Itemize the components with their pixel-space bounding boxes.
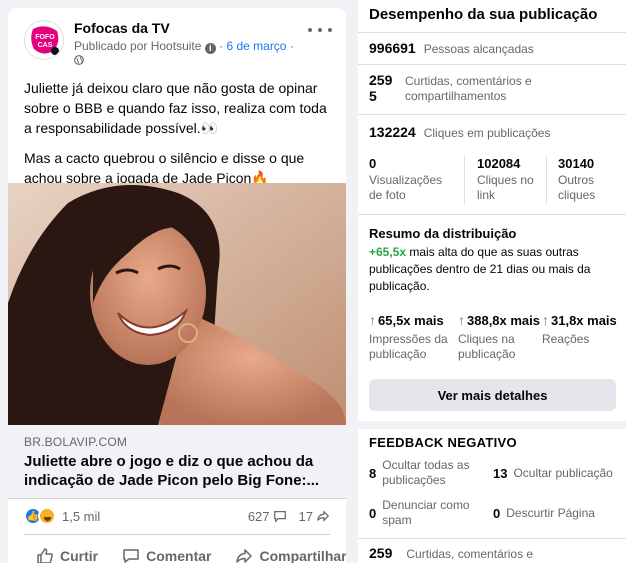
divider: [546, 156, 547, 204]
divider: [358, 32, 626, 33]
arrow-up-icon: ↑: [542, 312, 549, 328]
share-button[interactable]: Compartilhar: [223, 547, 346, 563]
photo-views-stat: 0 Visualizações de foto: [369, 156, 443, 202]
section-separator: [358, 421, 626, 429]
svg-text:CAS: CAS: [38, 42, 53, 49]
divider: [358, 114, 626, 115]
hide-post-stat: 13 Ocultar publicação: [493, 466, 613, 481]
reactions-count[interactable]: 1,5 mil: [62, 509, 100, 524]
comment-button[interactable]: Comentar: [110, 547, 223, 563]
insights-panel: Desempenho da sua publicação 996691 Pess…: [358, 0, 626, 563]
arrow-up-icon: ↑: [458, 312, 465, 328]
woman-smiling-photo: [8, 183, 346, 425]
insights-title: Desempenho da sua publicação: [369, 6, 598, 23]
link-domain: BR.BOLAVIP.COM: [24, 435, 128, 449]
dot-icon: [328, 28, 332, 32]
page-avatar[interactable]: FOFO CAS: [24, 20, 64, 60]
dot-icon: [318, 28, 322, 32]
more-options-button[interactable]: [308, 22, 332, 38]
published-by: Publicado por Hootsuite: [74, 39, 202, 53]
post-paragraph-1: Juliette já deixou claro que não gosta d…: [24, 80, 327, 136]
clicks-stat: 132224 Cliques em publicações: [369, 124, 551, 140]
link-title: Juliette abre o jogo e diz o que achou d…: [24, 453, 320, 489]
impressions-multiplier: ↑ 65,5x mais Impressões da publicação: [369, 312, 448, 361]
distribution-text: +65,5x mais alta do que as suas outras p…: [369, 245, 591, 293]
post-body: Juliette já deixou claro que não gosta d…: [8, 70, 346, 188]
post-card: FOFO CAS Fofocas da TV Publicado por Hoo…: [8, 8, 346, 563]
reaction-icons[interactable]: 👍: [24, 507, 56, 525]
negative-feedback-title: FEEDBACK NEGATIVO: [369, 435, 517, 450]
divider: [358, 64, 626, 65]
reactions-multiplier: ↑ 31,8x mais Reações: [542, 312, 617, 346]
arrow-up-icon: ↑: [369, 312, 376, 328]
page-logo-icon: FOFO CAS: [25, 21, 63, 59]
post-paragraph-2: Mas a cacto quebrou o silêncio e disse o…: [24, 150, 305, 186]
globe-icon: [74, 55, 84, 65]
comment-icon: [273, 511, 286, 523]
post-actions: Curtir Comentar Compartilhar: [24, 540, 346, 563]
hide-all-posts-stat: 8 Ocultar todas as publicações: [369, 458, 470, 487]
share-icon: [317, 510, 330, 522]
reach-stat: 996691 Pessoas alcançadas: [369, 40, 534, 56]
actions-divider: [24, 534, 330, 535]
divider: [358, 214, 626, 215]
post-header: FOFO CAS Fofocas da TV Publicado por Hoo…: [8, 8, 346, 70]
distribution-title: Resumo da distribuição: [369, 226, 517, 241]
reactions-bar: 👍 1,5 mil 627 17: [24, 505, 330, 527]
page-name[interactable]: Fofocas da TV: [74, 20, 170, 36]
like-button[interactable]: Curtir: [24, 547, 110, 563]
post-meta: Publicado por Hootsuite i · 6 de março ·: [74, 39, 294, 54]
shares-count[interactable]: 17: [299, 509, 330, 524]
comment-icon: [123, 549, 139, 563]
post-date[interactable]: 6 de março: [226, 39, 286, 53]
divider: [358, 538, 626, 539]
engagement-counts: 627 17: [248, 509, 330, 524]
svg-text:FOFO: FOFO: [35, 34, 55, 41]
report-spam-stat: 0 Denunciar como spam: [369, 498, 470, 527]
engagement-stat: 259 5 Curtidas, comentários e compartilh…: [369, 72, 532, 104]
clicks-multiplier: ↑ 388,8x mais Cliques na publicação: [458, 312, 541, 361]
footer-engagement-stat: 259 Curtidas, comentários e: [369, 545, 534, 561]
divider: [464, 156, 465, 204]
comments-count[interactable]: 627: [248, 509, 287, 524]
unlike-page-stat: 0 Descurtir Página: [493, 506, 595, 521]
dot-icon: [308, 28, 312, 32]
info-icon[interactable]: i: [204, 43, 216, 54]
other-clicks-stat: 30140 Outros cliques: [558, 156, 596, 202]
see-more-details-button[interactable]: Ver mais detalhes: [369, 379, 616, 411]
post-photo[interactable]: [8, 183, 346, 425]
link-preview[interactable]: BR.BOLAVIP.COM Juliette abre o jogo e di…: [8, 425, 346, 499]
haha-reaction-icon: [38, 507, 56, 525]
share-arrow-icon: [236, 549, 253, 563]
thumbs-up-icon: [37, 548, 53, 563]
link-clicks-stat: 102084 Cliques no link: [477, 156, 534, 202]
